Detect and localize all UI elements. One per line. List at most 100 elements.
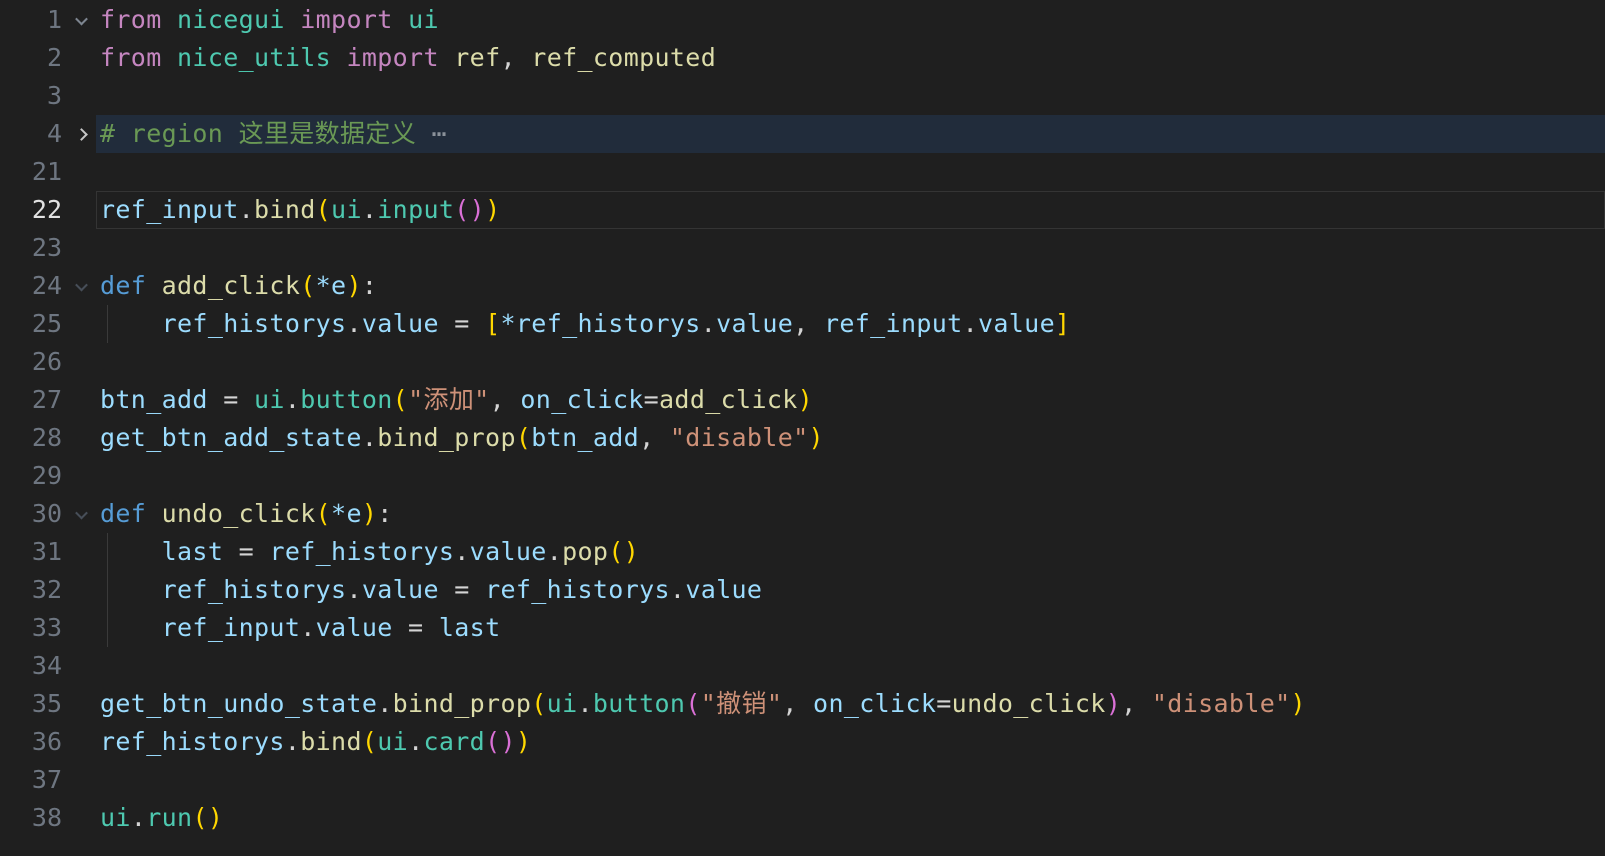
- code-line[interactable]: 37: [0, 761, 1605, 799]
- line-number[interactable]: 37: [0, 761, 62, 799]
- code-token: ): [808, 423, 824, 452]
- code-token: ref_historys: [269, 537, 455, 566]
- code-token: .: [546, 537, 563, 566]
- code-token: ref_input: [823, 309, 963, 338]
- code-token: (: [392, 385, 409, 414]
- code-line[interactable]: 3: [0, 77, 1605, 115]
- code-token: ): [485, 195, 501, 224]
- line-number[interactable]: 4: [0, 115, 62, 153]
- code-text: ui.run(): [100, 799, 1605, 837]
- line-number[interactable]: 22: [0, 191, 62, 229]
- code-token: add_click: [161, 271, 301, 300]
- code-token: =: [438, 309, 486, 338]
- code-token: ]: [1054, 309, 1071, 338]
- line-number[interactable]: 34: [0, 647, 62, 685]
- code-token: (): [454, 195, 486, 224]
- chevron-down-icon[interactable]: [74, 12, 88, 25]
- code-token: (: [361, 727, 378, 756]
- code-line[interactable]: 33 ref_input.value = last: [0, 609, 1605, 647]
- gutter: 28: [0, 419, 100, 457]
- code-token: ref_historys: [100, 727, 285, 756]
- fold-control: [62, 506, 100, 519]
- code-line[interactable]: 1 from nicegui import ui: [0, 1, 1605, 39]
- gutter: 36: [0, 723, 100, 761]
- line-number[interactable]: 33: [0, 609, 62, 647]
- code-line[interactable]: 31 last = ref_historys.value.pop(): [0, 533, 1605, 571]
- line-number[interactable]: 28: [0, 419, 62, 457]
- line-number[interactable]: 35: [0, 685, 62, 723]
- code-text: # region 这里是数据定义 ⋯: [100, 115, 1605, 153]
- code-token: ref_historys: [161, 309, 347, 338]
- code-token: # region 这里是数据定义: [100, 119, 417, 148]
- line-number[interactable]: 3: [0, 77, 62, 115]
- code-token: =: [392, 613, 439, 642]
- code-text: ref_historys.bind(ui.card()): [100, 723, 1605, 761]
- line-number[interactable]: 31: [0, 533, 62, 571]
- line-number[interactable]: 24: [0, 267, 62, 305]
- code-token: .: [284, 385, 301, 414]
- line-number[interactable]: 23: [0, 229, 62, 267]
- line-number[interactable]: 25: [0, 305, 62, 343]
- code-token: .: [361, 195, 378, 224]
- code-token: (: [315, 499, 332, 528]
- line-number[interactable]: 32: [0, 571, 62, 609]
- line-number[interactable]: 30: [0, 495, 62, 533]
- gutter: 34: [0, 647, 100, 685]
- line-number[interactable]: 27: [0, 381, 62, 419]
- line-number[interactable]: 2: [0, 39, 62, 77]
- code-line[interactable]: 26: [0, 343, 1605, 381]
- code-line[interactable]: 2 from nice_utils import ref, ref_compute…: [0, 39, 1605, 77]
- code-line[interactable]: 29: [0, 457, 1605, 495]
- code-line[interactable]: 28 get_btn_add_state.bind_prop(btn_add, "…: [0, 419, 1605, 457]
- code-line[interactable]: 21: [0, 153, 1605, 191]
- gutter: 30: [0, 495, 100, 533]
- code-token: on_click: [520, 385, 644, 414]
- code-token: (: [685, 689, 701, 718]
- code-line[interactable]: 22 ref_input.bind(ui.input()): [0, 191, 1605, 229]
- code-token: ⋯: [416, 119, 447, 148]
- code-token: def: [100, 499, 147, 528]
- chevron-down-icon[interactable]: [74, 278, 88, 291]
- code-line[interactable]: 23: [0, 229, 1605, 267]
- line-number[interactable]: 36: [0, 723, 62, 761]
- code-line[interactable]: 35 get_btn_undo_state.bind_prop(ui.button…: [0, 685, 1605, 723]
- fold-control: [62, 12, 100, 25]
- code-line[interactable]: 34: [0, 647, 1605, 685]
- code-token: .: [238, 195, 255, 224]
- code-line[interactable]: 38 ui.run(): [0, 799, 1605, 837]
- code-token: (): [192, 803, 224, 832]
- code-token: ref: [454, 43, 501, 72]
- gutter: 37: [0, 761, 100, 799]
- code-line[interactable]: 4 # region 这里是数据定义 ⋯: [0, 115, 1605, 153]
- code-text: def undo_click(*e):: [100, 495, 1605, 533]
- line-number[interactable]: 38: [0, 799, 62, 837]
- line-number[interactable]: 21: [0, 153, 62, 191]
- code-token: from: [100, 5, 162, 34]
- code-line[interactable]: 27 btn_add = ui.button("添加", on_click=add…: [0, 381, 1605, 419]
- gutter: 4: [0, 115, 100, 153]
- line-number[interactable]: 26: [0, 343, 62, 381]
- code-token: bind_prop: [377, 423, 516, 452]
- code-token: ref_historys: [161, 575, 347, 604]
- code-token: input: [377, 195, 455, 224]
- code-line[interactable]: 36 ref_historys.bind(ui.card()): [0, 723, 1605, 761]
- code-token: import: [346, 43, 439, 72]
- code-token: =: [438, 575, 486, 604]
- line-number[interactable]: 29: [0, 457, 62, 495]
- code-token: def: [100, 271, 147, 300]
- code-token: ): [346, 271, 362, 300]
- code-line[interactable]: 30 def undo_click(*e):: [0, 495, 1605, 533]
- chevron-down-icon[interactable]: [74, 506, 88, 519]
- line-number[interactable]: 1: [0, 1, 62, 39]
- code-token: .: [346, 309, 362, 338]
- code-line[interactable]: 32 ref_historys.value = ref_historys.val…: [0, 571, 1605, 609]
- code-line[interactable]: 25 ref_historys.value = [*ref_historys.v…: [0, 305, 1605, 343]
- code-token: .: [700, 309, 717, 338]
- code-text: get_btn_undo_state.bind_prop(ui.button("…: [100, 685, 1605, 723]
- code-line[interactable]: 24 def add_click(*e):: [0, 267, 1605, 305]
- code-token: value: [469, 537, 547, 566]
- chevron-right-icon[interactable]: [74, 127, 88, 141]
